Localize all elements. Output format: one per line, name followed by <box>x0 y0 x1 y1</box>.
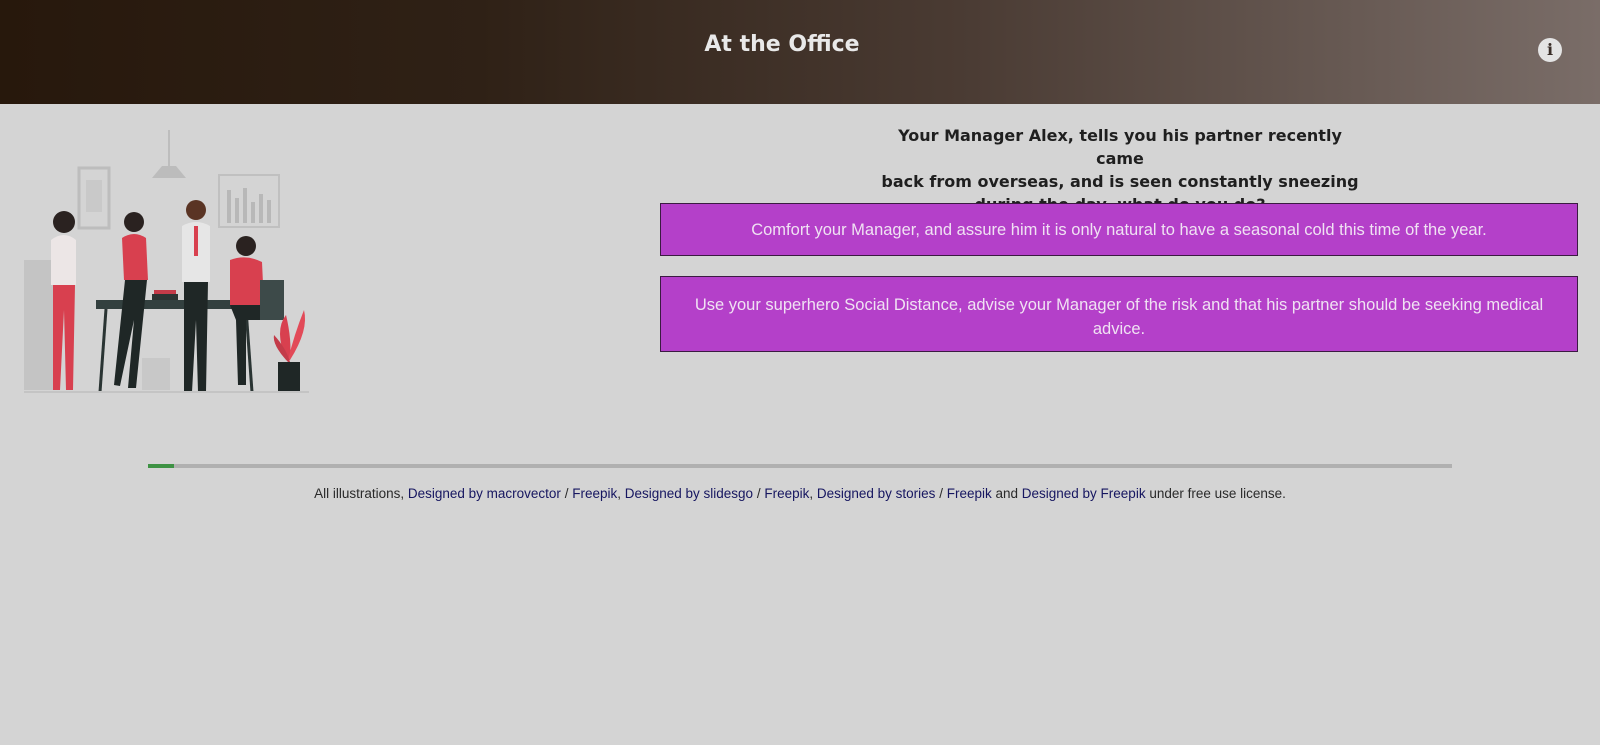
person-shirt <box>122 234 148 280</box>
wall-chart-bar <box>227 190 231 223</box>
books <box>152 294 178 300</box>
plant-leaf <box>288 310 306 360</box>
wall-chart-bar <box>267 200 271 223</box>
credits-separator: , <box>809 486 817 501</box>
credit-link-macrovector[interactable]: Designed by macrovector <box>408 486 561 501</box>
progress-bar <box>148 464 1452 468</box>
credits-suffix: under free use license. <box>1145 486 1286 501</box>
plant-pot <box>278 362 300 392</box>
person-pants <box>53 285 75 390</box>
office-illustration <box>24 130 309 393</box>
info-icon[interactable]: i <box>1538 38 1562 62</box>
credits-separator: and <box>991 486 1022 501</box>
wall-chart-bar <box>243 188 247 223</box>
wall-frame-picture <box>86 180 102 212</box>
credits-prefix: All illustrations, <box>314 486 408 501</box>
person-pants <box>230 305 264 385</box>
progress-bar-fill <box>148 464 175 468</box>
books <box>154 290 176 294</box>
desk-leg <box>98 308 108 393</box>
question-line: back from overseas, and is seen constant… <box>881 172 1359 191</box>
wall-chart-bar <box>259 194 263 223</box>
chair-back <box>260 280 284 320</box>
wall-chart-bar <box>235 198 239 223</box>
lamp-shade <box>152 166 186 178</box>
desk-leg <box>244 308 254 393</box>
header-bar: At the Office i <box>0 0 1600 104</box>
credits-separator: / <box>560 486 573 501</box>
credits-separator: , <box>617 486 625 501</box>
question-line: Your Manager Alex, tells you his partner… <box>898 126 1342 168</box>
person-pants <box>184 282 208 392</box>
answer-option-social-distance[interactable]: Use your superhero Social Distance, advi… <box>660 276 1578 352</box>
credits-separator: / <box>753 486 765 501</box>
person-shirt <box>230 257 264 305</box>
answer-option-comfort[interactable]: Comfort your Manager, and assure him it … <box>660 203 1578 256</box>
credit-link-freepik[interactable]: Freepik <box>572 486 617 501</box>
box-shape <box>142 358 170 390</box>
credit-link-freepik[interactable]: Freepik <box>764 486 809 501</box>
cabinet-shape <box>24 260 54 390</box>
person-head <box>53 211 75 233</box>
page-title: At the Office <box>704 32 860 57</box>
person-tie <box>194 226 198 256</box>
credits-separator: / <box>935 486 947 501</box>
person-shirt <box>51 235 76 285</box>
credit-link-slidesgo[interactable]: Designed by slidesgo <box>625 486 753 501</box>
credit-link-freepik[interactable]: Freepik <box>947 486 992 501</box>
wall-chart-bar <box>251 202 255 223</box>
credit-link-designed-by-freepik[interactable]: Designed by Freepik <box>1022 486 1146 501</box>
person-head <box>236 236 256 256</box>
credits-footer: All illustrations, Designed by macrovect… <box>0 486 1600 501</box>
person-head <box>186 200 206 220</box>
credit-link-stories[interactable]: Designed by stories <box>817 486 936 501</box>
person-head <box>124 212 144 232</box>
